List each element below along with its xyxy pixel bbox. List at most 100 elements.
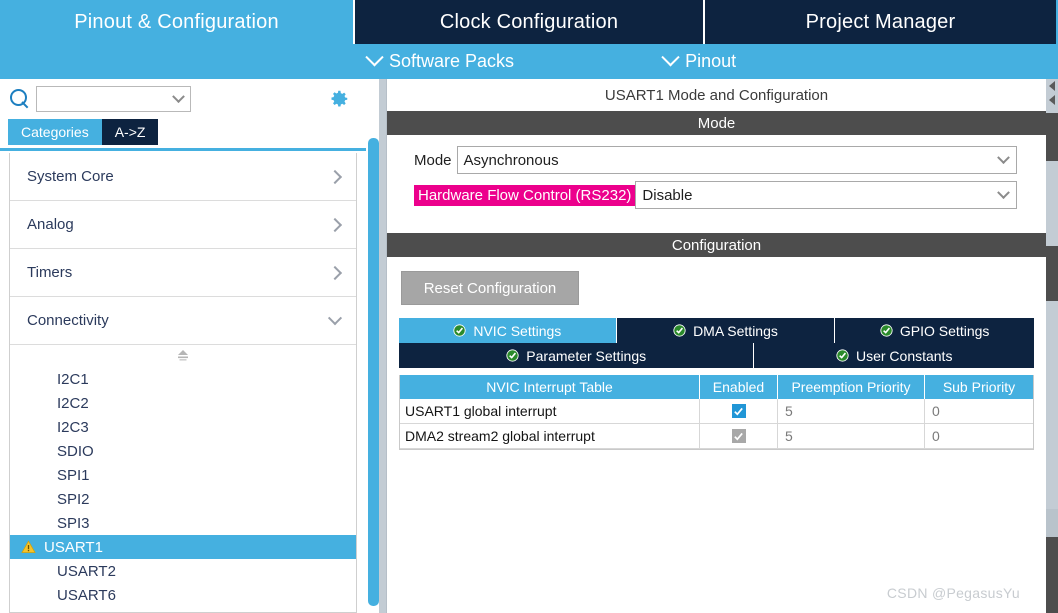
peripheral-label: I2C2 xyxy=(57,395,89,412)
tab-label: Parameter Settings xyxy=(526,348,646,364)
warning-icon xyxy=(21,540,36,554)
scroll-up-handle[interactable] xyxy=(10,345,356,367)
tab-label: Clock Configuration xyxy=(440,11,618,34)
tab-label: Pinout & Configuration xyxy=(74,11,279,34)
peripheral-label: USART2 xyxy=(57,563,116,580)
chevron-down-icon xyxy=(172,90,185,103)
cell-enabled[interactable] xyxy=(700,399,778,423)
tab-nvic-settings[interactable]: NVIC Settings xyxy=(399,318,617,343)
app-window: Pinout & Configuration Clock Configurati… xyxy=(0,0,1058,613)
collapse-handle-icon xyxy=(175,349,191,363)
mode-select[interactable]: Asynchronous xyxy=(457,146,1017,174)
category-timers[interactable]: Timers xyxy=(10,249,356,297)
hardware-flow-control-row: Hardware Flow Control (RS232) Disable xyxy=(387,180,1046,210)
search-input[interactable] xyxy=(36,86,191,112)
table-header-row: NVIC Interrupt Table Enabled Preemption … xyxy=(400,375,1033,399)
list-item[interactable]: SDIO xyxy=(10,439,356,463)
menu-label: Pinout xyxy=(685,51,736,72)
scroll-arrows[interactable] xyxy=(1046,79,1058,109)
tab-a-to-z[interactable]: A->Z xyxy=(102,119,159,145)
enabled-checkbox[interactable] xyxy=(732,404,746,418)
mode-field-row: Mode Asynchronous xyxy=(387,145,1046,175)
category-label: Timers xyxy=(27,264,330,281)
tab-underline xyxy=(0,148,366,151)
page-title: USART1 Mode and Configuration xyxy=(387,79,1046,111)
chevron-right-icon xyxy=(328,169,342,183)
tab-label: GPIO Settings xyxy=(900,323,989,339)
column-header-interrupt[interactable]: NVIC Interrupt Table xyxy=(400,375,700,399)
tab-gpio-settings[interactable]: GPIO Settings xyxy=(835,318,1034,343)
cell-interrupt-name: DMA2 stream2 global interrupt xyxy=(400,424,700,448)
tab-parameter-settings[interactable]: Parameter Settings xyxy=(399,343,754,368)
list-item[interactable]: SPI2 xyxy=(10,487,356,511)
tab-pinout-configuration[interactable]: Pinout & Configuration xyxy=(0,0,355,44)
peripheral-label: USART1 xyxy=(44,539,103,556)
cell-enabled[interactable] xyxy=(700,424,778,448)
menu-software-packs[interactable]: Software Packs xyxy=(368,51,514,72)
category-system-core[interactable]: System Core xyxy=(10,153,356,201)
scrollbar-thumb-mid[interactable] xyxy=(1046,246,1058,301)
main-tab-bar: Pinout & Configuration Clock Configurati… xyxy=(0,0,1058,44)
tab-label: A->Z xyxy=(115,124,146,140)
tab-user-constants[interactable]: User Constants xyxy=(754,343,1034,368)
list-item[interactable]: I2C1 xyxy=(10,367,356,391)
list-item[interactable]: I2C2 xyxy=(10,391,356,415)
chevron-down-icon xyxy=(997,186,1010,199)
reset-button-wrap: Reset Configuration xyxy=(387,257,1046,305)
peripheral-label: SPI2 xyxy=(57,491,90,508)
list-item[interactable]: SPI3 xyxy=(10,511,356,535)
sidebar-item-usart1[interactable]: USART1 xyxy=(10,535,356,559)
category-label: Connectivity xyxy=(27,312,330,329)
list-item[interactable]: I2C3 xyxy=(10,415,356,439)
cell-sub-priority[interactable]: 0 xyxy=(925,399,1033,423)
chevron-down-icon xyxy=(328,311,342,325)
tab-categories[interactable]: Categories xyxy=(8,119,102,145)
sub-menu-bar: Software Packs Pinout xyxy=(0,44,1058,79)
list-item[interactable]: USART6 xyxy=(10,583,356,607)
column-header-enabled[interactable]: Enabled xyxy=(700,375,778,399)
table-row[interactable]: DMA2 stream2 global interrupt 5 0 xyxy=(400,424,1033,449)
sidebar-scrollbar[interactable] xyxy=(368,138,379,613)
menu-pinout[interactable]: Pinout xyxy=(664,51,736,72)
cell-preemption-priority[interactable]: 5 xyxy=(778,424,925,448)
search-icon xyxy=(10,89,30,109)
hardware-flow-control-label: Hardware Flow Control (RS232) xyxy=(414,185,635,206)
column-header-sub-priority[interactable]: Sub Priority xyxy=(925,375,1033,399)
tab-clock-configuration[interactable]: Clock Configuration xyxy=(355,0,705,44)
table-row[interactable]: USART1 global interrupt 5 0 xyxy=(400,399,1033,424)
check-circle-icon xyxy=(506,349,519,362)
watermark: CSDN @PegasusYu xyxy=(887,585,1020,601)
category-connectivity[interactable]: Connectivity xyxy=(10,297,356,345)
category-analog[interactable]: Analog xyxy=(10,201,356,249)
chevron-right-icon xyxy=(328,217,342,231)
tab-dma-settings[interactable]: DMA Settings xyxy=(617,318,836,343)
config-tab-row-1: NVIC Settings DMA Settings GPIO Settings xyxy=(399,318,1034,343)
tab-project-manager[interactable]: Project Manager xyxy=(705,0,1056,44)
sidebar-scrollbar-thumb[interactable] xyxy=(368,138,379,606)
check-circle-icon xyxy=(453,324,466,337)
panel-splitter[interactable] xyxy=(379,79,386,613)
cell-preemption-priority[interactable]: 5 xyxy=(778,399,925,423)
scrollbar-thumb-bottom[interactable] xyxy=(1046,537,1058,613)
peripheral-label: I2C1 xyxy=(57,371,89,388)
peripheral-label: SPI3 xyxy=(57,515,90,532)
window-scrollbar[interactable] xyxy=(1046,79,1058,613)
column-header-preemption-priority[interactable]: Preemption Priority xyxy=(778,375,925,399)
mode-label: Mode xyxy=(414,152,457,169)
hardware-flow-control-value: Disable xyxy=(642,187,999,204)
cell-sub-priority[interactable]: 0 xyxy=(925,424,1033,448)
configuration-section-header: Configuration xyxy=(387,233,1046,257)
gear-icon[interactable] xyxy=(328,88,350,110)
list-item[interactable]: USART2 xyxy=(10,559,356,583)
mode-select-value: Asynchronous xyxy=(464,152,999,169)
hardware-flow-control-select[interactable]: Disable xyxy=(635,181,1017,209)
category-list: System Core Analog Timers Connectivity xyxy=(9,153,357,613)
peripheral-label: SDIO xyxy=(57,443,94,460)
category-label: System Core xyxy=(27,168,330,185)
scrollbar-thumb-top[interactable] xyxy=(1046,113,1058,161)
sidebar-view-tabs: Categories A->Z xyxy=(0,119,366,145)
list-item[interactable]: SPI1 xyxy=(10,463,356,487)
reset-configuration-button[interactable]: Reset Configuration xyxy=(401,271,579,305)
scrollbar-track-segment[interactable] xyxy=(1046,509,1058,537)
chevron-left-icon xyxy=(1046,79,1058,109)
